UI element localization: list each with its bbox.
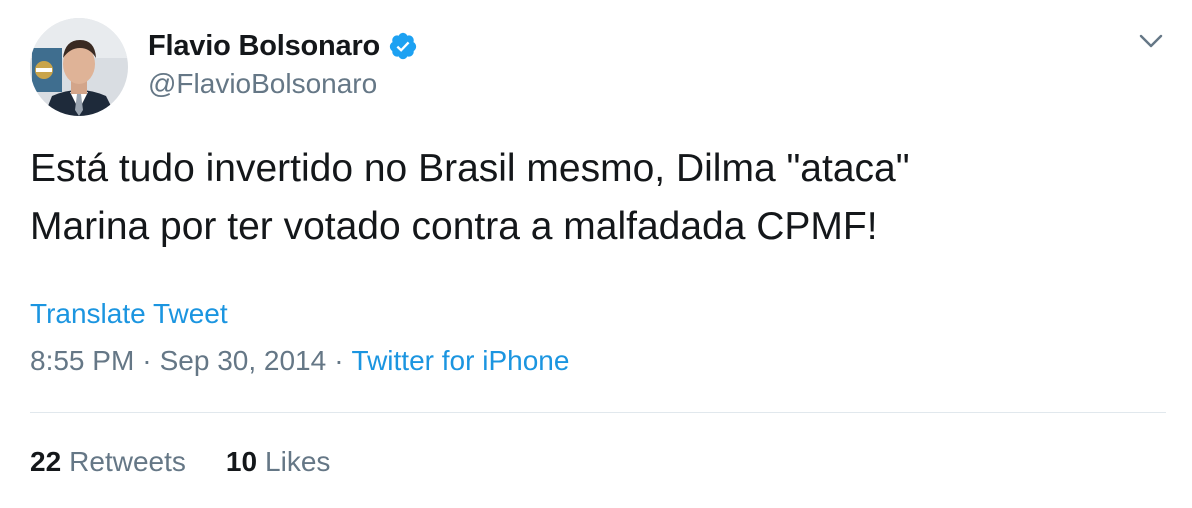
tweet-text-line: Está tudo invertido no Brasil mesmo, Dil…: [30, 147, 910, 190]
retweets-count: 22: [30, 446, 62, 477]
author-handle[interactable]: @FlavioBolsonaro: [148, 68, 377, 100]
retweets-stat[interactable]: 22 Retweets: [30, 446, 186, 478]
likes-count: 10: [225, 446, 258, 477]
tweet-stats: 22 Retweets 10 Likes: [30, 446, 330, 478]
tweet-text-line: Marina por ter votado contra a malfadada…: [30, 205, 878, 248]
chevron-down-icon[interactable]: [1136, 28, 1166, 54]
likes-stat[interactable]: 10 Likes: [226, 446, 331, 478]
tweet-metadata: 8:55 PM · Sep 30, 2014 · Twitter for iPhone: [30, 345, 569, 377]
tweet-time[interactable]: 8:55 PM: [30, 345, 134, 376]
avatar[interactable]: [30, 18, 128, 116]
tweet-text: Está tudo invertido no Brasil mesmo, Dil…: [30, 140, 1160, 256]
author-name-row: Flavio Bolsonaro: [148, 26, 418, 66]
verified-badge-icon: [388, 31, 418, 61]
translate-tweet-link[interactable]: Translate Tweet: [30, 298, 228, 330]
likes-label: Likes: [265, 446, 331, 477]
tweet-source-link[interactable]: Twitter for iPhone: [352, 345, 570, 376]
author-display-name[interactable]: Flavio Bolsonaro: [148, 30, 380, 63]
retweets-label: Retweets: [69, 446, 186, 477]
tweet-date[interactable]: Sep 30, 2014: [160, 345, 327, 376]
meta-separator: ·: [142, 345, 152, 376]
meta-separator: ·: [334, 345, 344, 376]
divider: [30, 412, 1166, 413]
avatar-image: [30, 18, 128, 116]
